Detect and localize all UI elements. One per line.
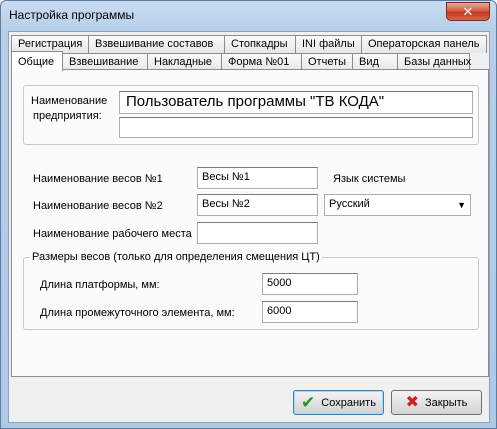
close-button[interactable]: ✖ Закрыть <box>391 390 482 415</box>
tab-general[interactable]: Общие <box>11 51 63 71</box>
language-select-value: Русский <box>329 198 370 210</box>
tab-train-weighing[interactable]: Взвешивание составов <box>89 35 225 53</box>
general-tab-panel: Наименование предприятия: Пользователь п… <box>11 69 489 377</box>
platform-length-label: Длина платформы, мм: <box>40 279 160 291</box>
tab-ini-files[interactable]: INI файлы <box>296 35 362 53</box>
enterprise-name-field[interactable]: Пользователь программы "ТВ КОДА" <box>119 91 473 114</box>
dialog-client-area: Регистрация Взвешивание составов Стопкад… <box>8 31 490 423</box>
scale-sizes-group-title: Размеры весов (только для определения см… <box>30 251 322 263</box>
scale1-name-field[interactable]: Весы №1 <box>197 167 318 189</box>
window-title: Настройка программы <box>9 8 135 22</box>
enterprise-name-field-2[interactable] <box>119 117 473 138</box>
save-button[interactable]: ✔ Сохранить <box>293 390 384 415</box>
tab-row-top: Регистрация Взвешивание составов Стопкад… <box>11 35 487 53</box>
workplace-label: Наименование рабочего места <box>33 228 192 240</box>
scale2-label: Наименование весов №2 <box>33 200 163 212</box>
close-icon: ✖ <box>405 393 420 411</box>
language-select[interactable]: Русский ▼ <box>324 194 471 216</box>
scale-sizes-group: Размеры весов (только для определения см… <box>23 251 479 330</box>
platform-length-field[interactable]: 5000 <box>262 273 358 295</box>
enterprise-label-line1: Наименование <box>31 95 108 107</box>
tab-operator-panel[interactable]: Операторская панель <box>362 35 487 53</box>
enterprise-group: Наименование предприятия: Пользователь п… <box>23 85 479 145</box>
scale1-label: Наименование весов №1 <box>33 173 163 185</box>
language-label: Язык системы <box>333 173 406 185</box>
scale2-name-field[interactable]: Весы №2 <box>197 194 318 216</box>
chevron-down-icon[interactable]: ▼ <box>457 198 466 213</box>
tab-stopframes[interactable]: Стопкадры <box>225 35 296 53</box>
checkmark-icon: ✔ <box>301 392 316 412</box>
close-button-label: Закрыть <box>425 396 468 409</box>
title-bar: Настройка программы ✕ <box>1 1 496 31</box>
enterprise-label-line2: предприятия: <box>33 110 102 122</box>
intermediate-length-field[interactable]: 6000 <box>262 301 358 323</box>
settings-window: Настройка программы ✕ Регистрация Взвеши… <box>0 0 497 429</box>
intermediate-length-label: Длина промежуточного элемента, мм: <box>40 307 235 319</box>
workplace-name-field[interactable] <box>197 222 318 244</box>
window-close-button[interactable]: ✕ <box>446 2 490 21</box>
save-button-label: Сохранить <box>321 396 376 409</box>
